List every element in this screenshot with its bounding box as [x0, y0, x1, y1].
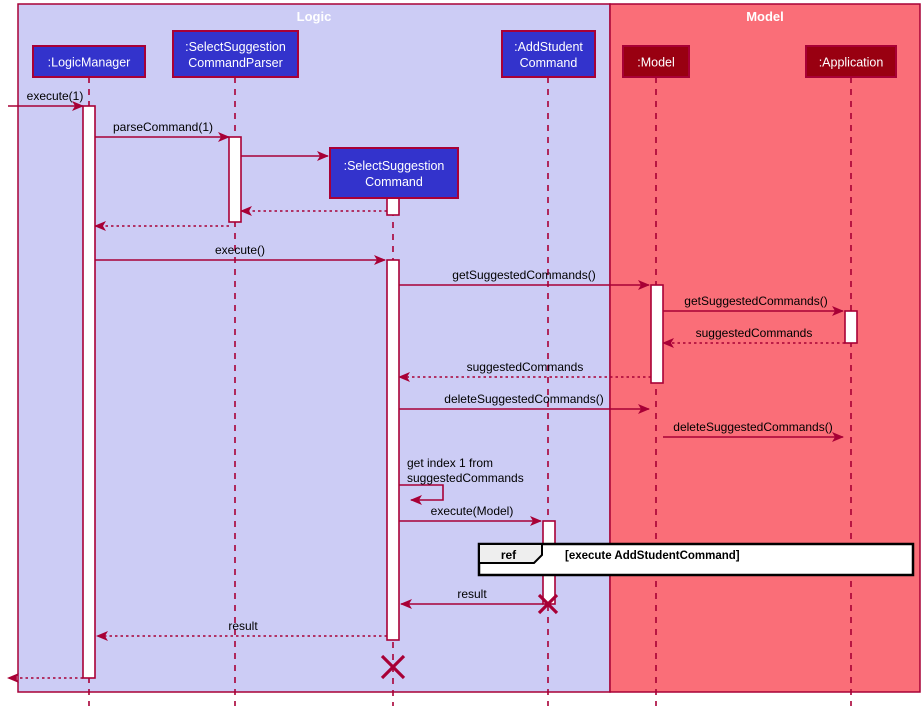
activation-bar-select-suggestion-command: [386, 197, 400, 216]
lifeline-label: :SelectSuggestion: [185, 40, 286, 54]
lifeline-box-select-suggestion-command[interactable]: :SelectSuggestion Command: [329, 147, 459, 199]
lifeline-box-logic-manager[interactable]: :LogicManager: [32, 45, 146, 78]
partition-box: [17, 3, 611, 693]
lifeline-box-select-suggestion-command-parser[interactable]: :SelectSuggestion CommandParser: [172, 30, 299, 78]
message-label: suggestedCommands: [467, 360, 584, 374]
activation-bar-application: [844, 310, 858, 344]
partition-title: Logic: [297, 9, 332, 24]
lifeline-box-add-student-command[interactable]: :AddStudent Command: [501, 30, 596, 78]
self-message-label-line: get index 1 from: [407, 456, 493, 470]
lifeline-label: CommandParser: [188, 56, 282, 70]
partition-logic: Logic: [17, 3, 611, 693]
lifeline-label: :AddStudent: [514, 40, 583, 54]
lifeline-label: :Application: [819, 56, 884, 70]
lifeline-box-rect[interactable]: [329, 147, 459, 199]
message-label: getSuggestedCommands(): [684, 294, 827, 308]
sequence-diagram-svg: Logic Model execute(1) parseCommand(1) exec…: [7, 3, 921, 706]
message-label: deleteSuggestedCommands(): [673, 420, 832, 434]
ref-fragment-text: [execute AddStudentCommand]: [565, 550, 740, 562]
self-message-label-line: suggestedCommands: [407, 471, 524, 485]
message-label: result: [457, 587, 487, 601]
partition-title: Model: [746, 9, 784, 24]
message-label: deleteSuggestedCommands(): [444, 392, 603, 406]
lifeline-label: :LogicManager: [48, 56, 131, 70]
lifeline-box-application[interactable]: :Application: [805, 45, 897, 78]
lifeline-box-model[interactable]: :Model: [622, 45, 690, 78]
activation-bar-select-suggestion-command-parser: [228, 136, 242, 223]
lifeline-box-rect[interactable]: [501, 30, 596, 78]
message-label: execute(Model): [431, 504, 514, 518]
lifeline-label: Command: [520, 56, 578, 70]
message-label: suggestedCommands: [696, 326, 813, 340]
message-label: result: [228, 619, 258, 633]
lifeline-label: :SelectSuggestion: [344, 159, 445, 173]
message-label: execute(1): [27, 89, 84, 103]
message-label: parseCommand(1): [113, 120, 213, 134]
message-label: execute(): [215, 243, 265, 257]
lifeline-label: :Model: [637, 56, 675, 70]
lifeline-box-rect[interactable]: [172, 30, 299, 78]
activation-bar-model: [650, 284, 664, 384]
activation-bar-select-suggestion-command: [386, 259, 400, 641]
message-label: getSuggestedCommands(): [452, 268, 595, 282]
ref-fragment: ref [execute AddStudentCommand]: [477, 542, 915, 577]
activation-bar-logic-manager: [82, 105, 96, 679]
lifeline-label: Command: [365, 175, 423, 189]
sequence-diagram-canvas: Logic Model execute(1) parseCommand(1) exec…: [0, 0, 924, 710]
ref-fragment-tag-label: ref: [501, 548, 517, 562]
